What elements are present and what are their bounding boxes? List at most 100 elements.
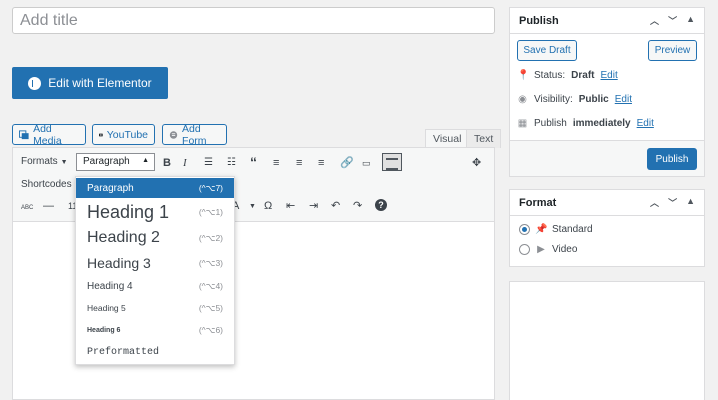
calendar-icon: ▦ xyxy=(517,118,528,129)
formats-menu[interactable]: Formats ▼ xyxy=(21,156,68,167)
format-panel-header: Format ︿ ﹀ ▲ xyxy=(510,190,704,216)
visibility-row: ◉ Visibility: Public Edit xyxy=(517,94,632,105)
paragraph-select-value: Paragraph xyxy=(83,156,130,167)
status-row: 📍 Status: Draft Edit xyxy=(517,70,618,81)
option-label: Preformatted xyxy=(87,346,160,358)
chevron-down-icon[interactable]: ﹀ xyxy=(668,14,677,27)
option-label: Heading 5 xyxy=(87,303,126,313)
link-icon[interactable]: 🔗 xyxy=(340,156,354,170)
option-shortcut: (^⌥3) xyxy=(198,257,223,268)
option-shortcut: (^⌥4) xyxy=(198,280,223,291)
format-option-heading-5[interactable]: Heading 5 (^⌥5) xyxy=(76,297,234,319)
radio-button[interactable] xyxy=(519,224,530,235)
redo-icon[interactable]: ↷ xyxy=(353,199,362,213)
visibility-value: Public xyxy=(578,94,609,105)
add-media-icon xyxy=(19,129,29,139)
option-label: Heading 3 xyxy=(87,255,151,271)
collapse-toggle-icon[interactable]: ▲ xyxy=(686,196,695,209)
format-option-paragraph[interactable]: Paragraph (^⌥7) xyxy=(76,178,234,198)
option-shortcut: (^⌥7) xyxy=(198,182,223,193)
tab-text[interactable]: Text xyxy=(466,129,502,148)
eye-icon: ◉ xyxy=(518,94,527,105)
option-label: Paragraph xyxy=(87,182,134,194)
publish-button[interactable]: Publish xyxy=(647,148,697,170)
radio-button[interactable] xyxy=(519,244,530,255)
option-label: Heading 4 xyxy=(87,280,133,292)
align-right-icon[interactable]: ≡ xyxy=(318,156,324,170)
publish-date-value: immediately xyxy=(572,118,631,129)
chevron-down-icon: ▼ xyxy=(60,159,68,166)
add-form-button[interactable]: Add Form xyxy=(162,123,227,147)
pin-icon: 📍 xyxy=(517,70,530,81)
video-icon: ▶ xyxy=(537,244,545,255)
collapse-toggle-icon[interactable]: ▲ xyxy=(686,14,695,27)
align-center-icon[interactable]: ≡ xyxy=(296,156,302,170)
chevron-down-icon[interactable]: ﹀ xyxy=(668,196,677,209)
form-icon xyxy=(169,130,178,139)
publish-footer: Publish xyxy=(510,140,704,176)
align-left-icon[interactable]: ≡ xyxy=(273,156,279,170)
add-media-label: Add Media xyxy=(33,122,62,147)
sidebar-panel-empty xyxy=(509,281,705,400)
edit-publish-date-link[interactable]: Edit xyxy=(637,118,654,129)
special-character-icon[interactable]: Ω xyxy=(264,199,272,213)
fullscreen-icon[interactable]: ✥ xyxy=(472,156,481,170)
elementor-button-label: Edit with Elementor xyxy=(48,76,152,90)
paragraph-format-select[interactable]: Paragraph ▲ xyxy=(76,153,155,171)
youtube-button[interactable]: YouTube xyxy=(92,124,155,145)
save-draft-button[interactable]: Save Draft xyxy=(517,40,577,61)
format-option-heading-2[interactable]: Heading 2 (^⌥2) xyxy=(76,225,234,251)
title-input[interactable]: Add title xyxy=(12,7,495,34)
spellcheck-icon[interactable]: ABC xyxy=(21,201,33,215)
format-option-video[interactable]: ▶ Video xyxy=(519,244,577,255)
option-shortcut: (^⌥2) xyxy=(198,232,223,243)
format-option-heading-6[interactable]: Heading 6 (^⌥6) xyxy=(76,319,234,341)
chevron-up-icon[interactable]: ︿ xyxy=(650,14,659,27)
shortcodes-menu[interactable]: Shortcodes xyxy=(21,179,72,190)
edit-visibility-link[interactable]: Edit xyxy=(615,94,632,105)
bullet-list-icon[interactable]: ☰ xyxy=(204,156,213,170)
status-value: Draft xyxy=(571,70,595,81)
edit-with-elementor-button[interactable]: Edit with Elementor xyxy=(12,67,168,99)
format-option-preformatted[interactable]: Preformatted xyxy=(76,341,234,363)
option-shortcut: (^⌥5) xyxy=(198,302,223,313)
indent-icon[interactable]: ⇥ xyxy=(309,199,318,213)
youtube-label: YouTube xyxy=(106,128,148,141)
status-label: Status: xyxy=(534,70,566,81)
format-option-label: Standard xyxy=(552,224,593,235)
publish-date-row: ▦ Publish immediately Edit xyxy=(517,118,654,129)
option-label: Heading 6 xyxy=(87,326,121,334)
elementor-icon xyxy=(28,76,42,90)
option-shortcut: (^⌥1) xyxy=(198,206,223,217)
format-option-heading-4[interactable]: Heading 4 (^⌥4) xyxy=(76,275,234,297)
publish-date-label: Publish xyxy=(534,118,567,129)
option-shortcut: (^⌥6) xyxy=(198,324,223,335)
outdent-icon[interactable]: ⇤ xyxy=(286,199,295,213)
format-panel-title: Format xyxy=(519,196,557,209)
add-media-button[interactable]: Add Media xyxy=(12,122,86,147)
format-option-standard[interactable]: 📌 Standard xyxy=(519,224,593,235)
bold-icon[interactable]: B xyxy=(163,156,171,170)
blockquote-icon[interactable]: “ xyxy=(250,155,257,169)
format-option-heading-3[interactable]: Heading 3 (^⌥3) xyxy=(76,251,234,275)
numbered-list-icon[interactable]: ☷ xyxy=(227,156,236,170)
format-dropdown: Paragraph (^⌥7) Heading 1 (^⌥1) Heading … xyxy=(75,176,235,365)
formats-label: Formats xyxy=(21,156,58,167)
chevron-down-icon[interactable]: ▼ xyxy=(249,200,256,214)
format-option-label: Video xyxy=(552,244,578,255)
chevron-up-icon: ▲ xyxy=(142,157,149,164)
chevron-up-icon[interactable]: ︿ xyxy=(650,196,659,209)
tab-visual[interactable]: Visual xyxy=(425,129,470,148)
preview-button[interactable]: Preview xyxy=(648,40,697,61)
read-more-icon[interactable]: ▭ xyxy=(362,156,371,170)
italic-icon[interactable]: I xyxy=(183,156,187,170)
publish-panel: Publish ︿ ﹀ ▲ Save Draft Preview 📍 Statu… xyxy=(509,7,705,177)
toolbar-toggle-icon[interactable] xyxy=(382,153,402,171)
format-option-heading-1[interactable]: Heading 1 (^⌥1) xyxy=(76,199,234,225)
publish-panel-header: Publish ︿ ﹀ ▲ xyxy=(510,8,704,34)
horizontal-line-icon[interactable]: — xyxy=(43,199,54,213)
option-label: Heading 1 xyxy=(87,201,170,222)
edit-status-link[interactable]: Edit xyxy=(600,70,617,81)
help-icon[interactable]: ? xyxy=(375,199,387,211)
undo-icon[interactable]: ↶ xyxy=(331,199,340,213)
